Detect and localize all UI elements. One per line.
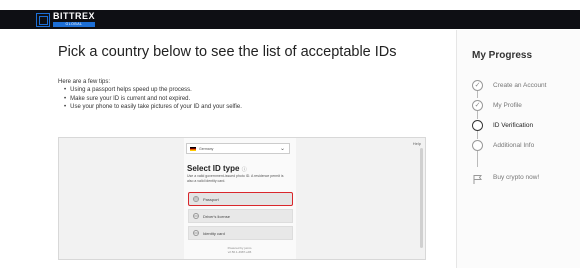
step-my-profile: ✓ My Profile (472, 98, 522, 112)
logo-sub: GLOBAL (53, 22, 96, 27)
bittrex-logo[interactable]: BITTREX GLOBAL (36, 11, 96, 27)
logo-text: BITTREX GLOBAL (53, 11, 96, 27)
id-type-heading: Select ID type ⓘ (187, 164, 247, 173)
tip-item: Using a passport helps speed up the proc… (64, 86, 242, 95)
option-label: Identity card (203, 230, 225, 236)
step-id-verification: ID Verification (472, 118, 533, 132)
step-buy-crypto: Buy crypto now! (472, 170, 539, 184)
tips-heading: Here are a few tips: (58, 79, 111, 85)
identity-card-icon: ▭ (193, 230, 199, 236)
progress-connector (477, 151, 478, 167)
country-select[interactable]: Germany ⌄ (186, 143, 290, 154)
pending-step-icon (472, 139, 483, 151)
id-verification-frame: Help Germany ⌄ Select ID type ⓘ Use a va… (58, 137, 426, 260)
germany-flag-icon (190, 146, 196, 151)
step-label: ID Verification (493, 121, 534, 129)
id-type-description: Use a valid government-issued photo ID. … (187, 174, 284, 183)
id-option-passport[interactable]: ◎ Passport (188, 192, 293, 206)
current-step-icon (472, 119, 483, 131)
step-additional-info: Additional Info (472, 138, 534, 152)
logo-word: BITTREX (53, 11, 96, 21)
bittrex-logo-icon (36, 12, 50, 27)
step-label: Additional Info (493, 141, 535, 149)
id-option-identity-card[interactable]: ▭ Identity card (188, 226, 293, 240)
check-icon: ✓ (472, 79, 483, 91)
tip-item: Use your phone to easily take pictures o… (64, 103, 242, 112)
id-type-title: Select ID type (187, 164, 240, 173)
country-value: Germany (199, 146, 214, 151)
page-title: Pick a country below to see the list of … (58, 44, 397, 60)
drivers-license-icon: ▭ (193, 213, 199, 219)
step-create-account: ✓ Create an Account (472, 78, 546, 92)
step-label: Buy crypto now! (493, 173, 540, 181)
progress-title: My Progress (472, 50, 533, 61)
id-option-drivers-license[interactable]: ▭ Driver's license (188, 209, 293, 223)
powered-by-version: v2.56.1-4987-e96 (227, 249, 252, 254)
info-icon[interactable]: ⓘ (242, 167, 247, 173)
flag-icon (472, 172, 483, 184)
step-label: My Profile (493, 101, 522, 109)
help-link[interactable]: Help (413, 141, 421, 146)
option-label: Driver's license (203, 213, 230, 219)
option-label: Passport (203, 196, 219, 202)
step-label: Create an Account (493, 81, 547, 89)
tip-item: Make sure your ID is current and not exp… (64, 95, 242, 104)
powered-by: Powered by jumio v2.56.1-4987-e96 (187, 246, 292, 254)
frame-scrollbar[interactable] (420, 148, 423, 248)
passport-icon: ◎ (193, 196, 199, 202)
check-icon: ✓ (472, 99, 483, 111)
tips-list: Using a passport helps speed up the proc… (64, 86, 242, 112)
chevron-down-icon: ⌄ (279, 146, 285, 152)
sidebar-divider (456, 30, 457, 268)
